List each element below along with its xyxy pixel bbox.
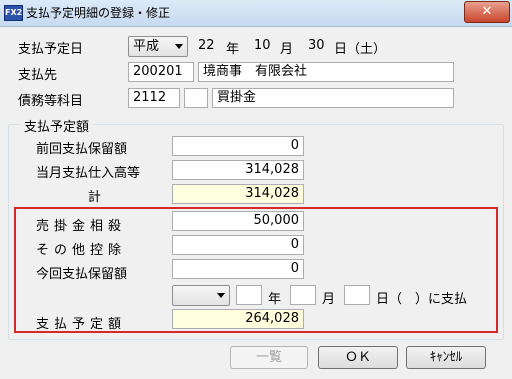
chevron-down-icon [175,44,183,49]
account-subcode-field[interactable] [184,88,208,108]
month-purchase-field[interactable]: 314,028 [172,160,304,180]
month-value[interactable]: 10 [254,38,271,53]
era-value: 平成 [133,39,160,54]
cancel-button[interactable]: ｷｬﾝｾﾙ [406,346,486,369]
highlight-frame [14,207,498,333]
list-button[interactable]: 一覧 [230,346,308,369]
prev-hold-label: 前回支払保留額 [36,142,128,157]
year-unit: 年 [226,42,240,57]
month-unit: 月 [280,42,294,57]
account-code-field[interactable]: 2112 [128,88,180,108]
payee-label: 支払先 [18,68,58,83]
ok-button[interactable]: ＯＫ [318,346,398,369]
payee-code-field[interactable]: 200201 [128,62,194,82]
day-suffix: 日（土） [334,42,387,57]
payment-date-label: 支払予定日 [18,42,84,57]
group-title: 支払予定額 [20,116,94,135]
account-name-field[interactable]: 買掛金 [212,88,454,108]
account-label: 債務等科目 [18,94,84,109]
total-label: 計 [88,190,102,205]
app-icon: FX2 [4,5,23,21]
year-value[interactable]: 22 [198,38,215,53]
era-select[interactable]: 平成 [128,36,188,57]
prev-hold-field[interactable]: 0 [172,136,304,156]
close-button[interactable]: ✕ [464,1,510,23]
month-purchase-label: 当月支払仕入高等 [36,166,141,181]
title-bar: FX2 支払予定明細の登録・修正 ✕ [0,0,512,27]
day-value[interactable]: 30 [308,38,325,53]
total-field: 314,028 [172,184,304,204]
window-title: 支払予定明細の登録・修正 [26,6,171,20]
payee-name-field[interactable]: 境商事 有限会社 [198,62,454,82]
